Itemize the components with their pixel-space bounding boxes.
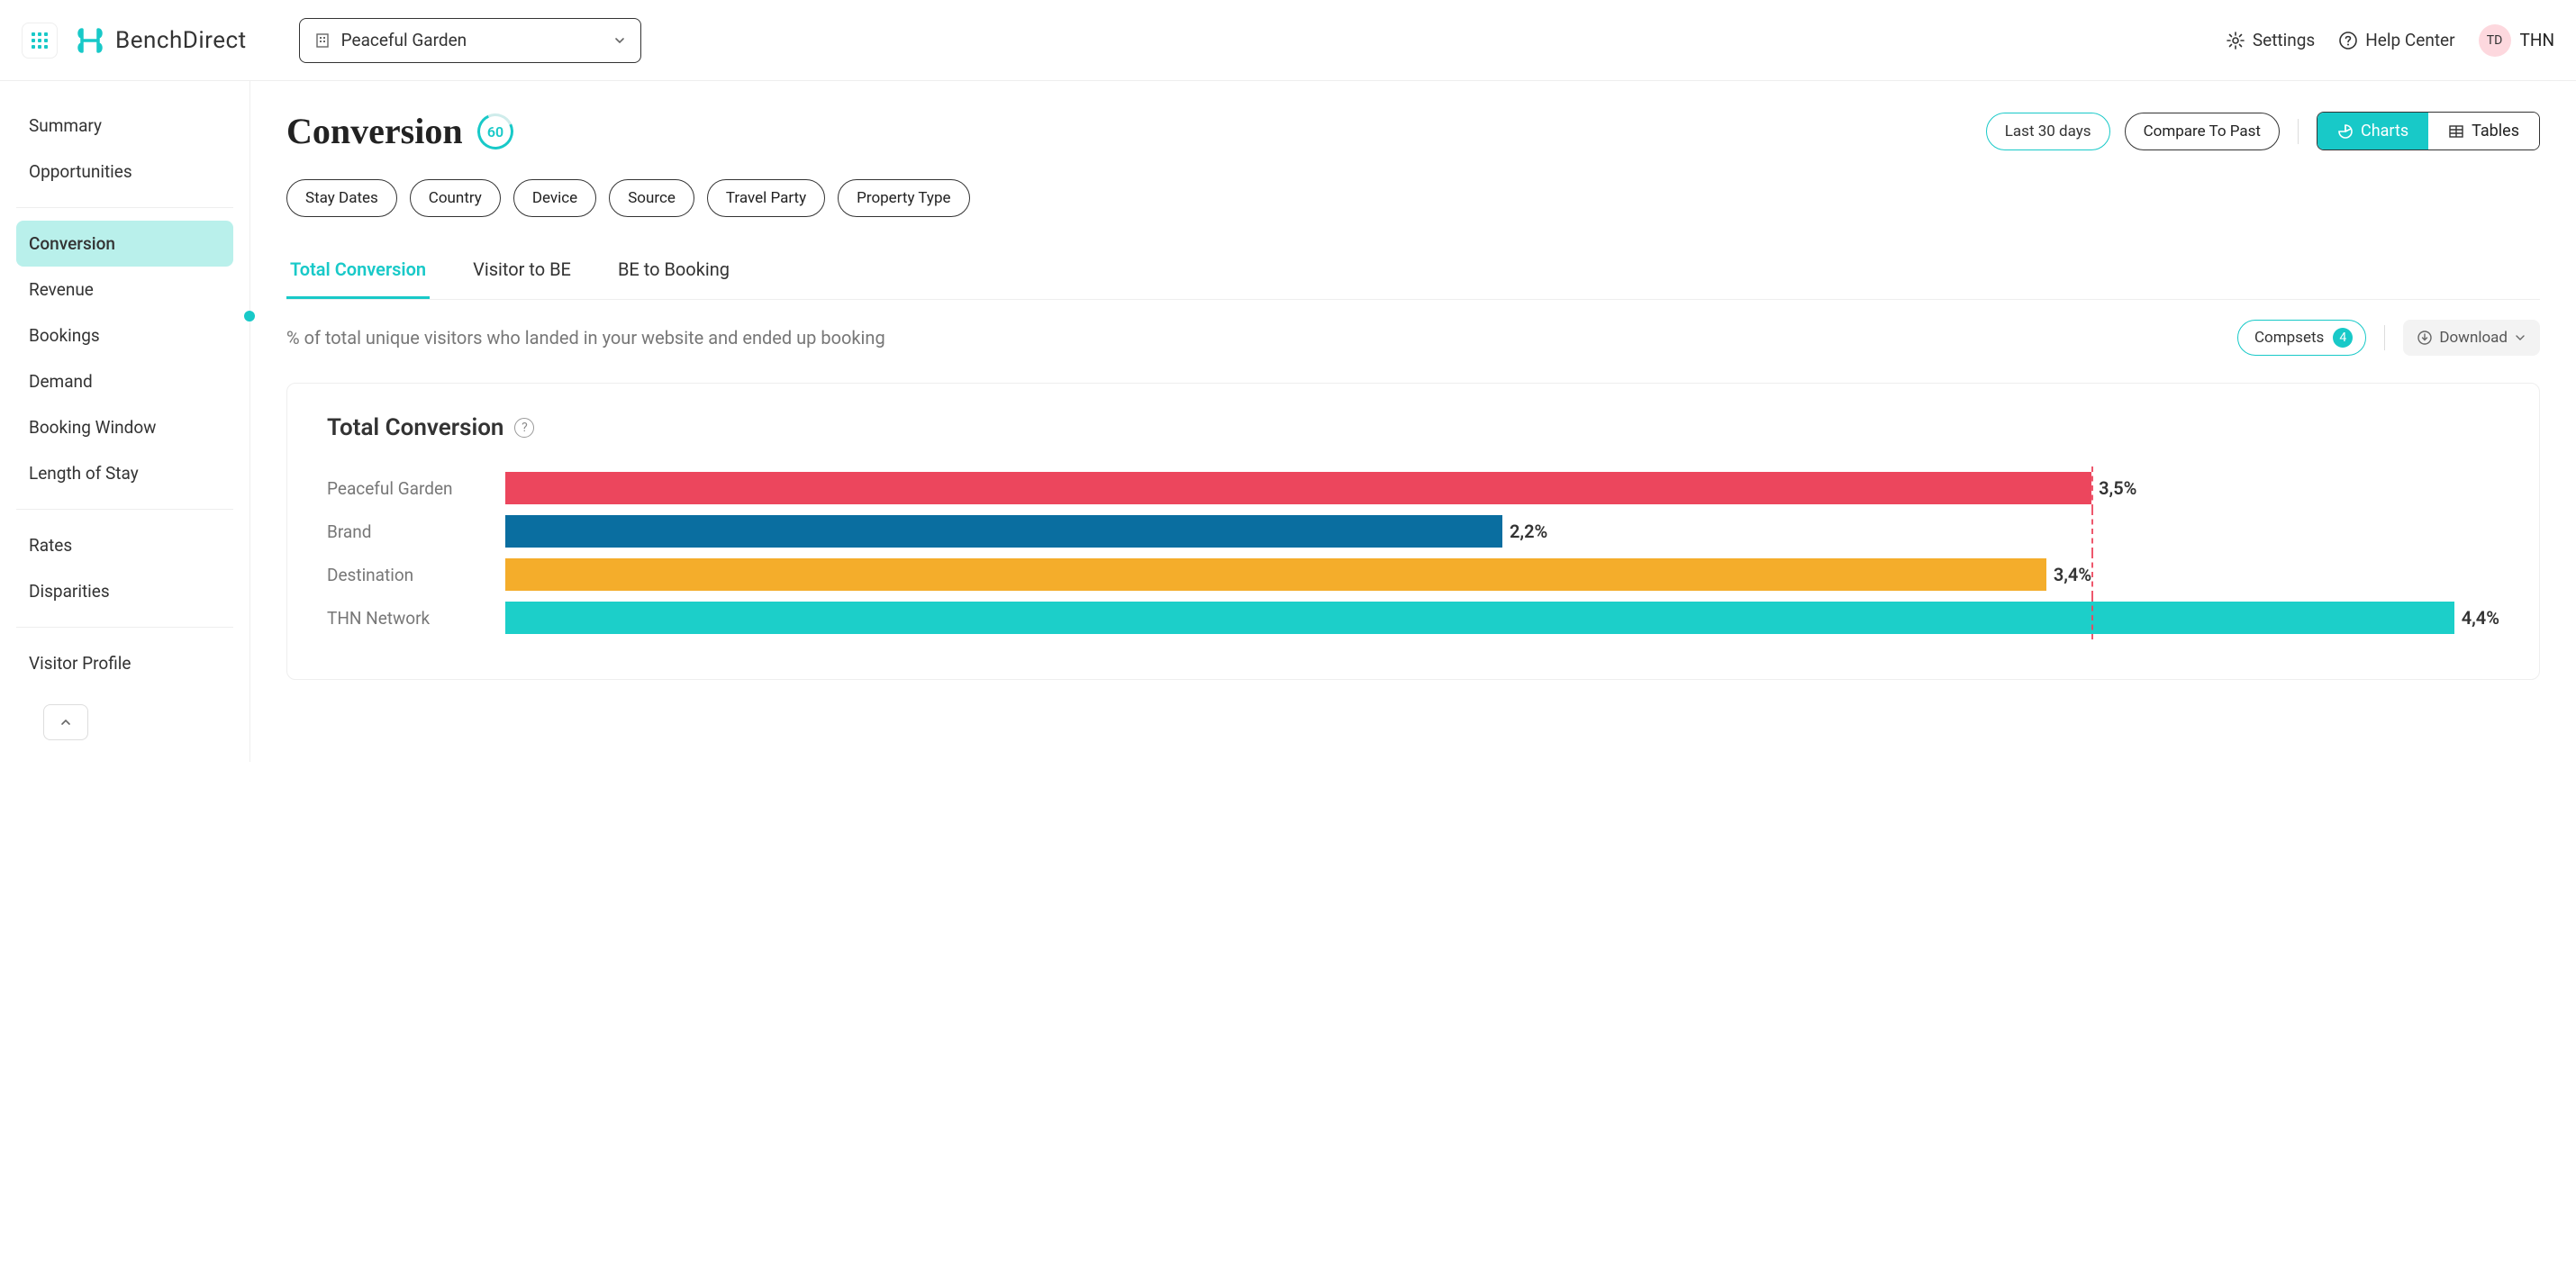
help-icon[interactable]: ?	[514, 418, 534, 438]
logo-icon	[74, 24, 106, 57]
reference-line	[2091, 510, 2093, 553]
page-header: Conversion 60 Last 30 days Compare To Pa…	[286, 110, 2540, 152]
chart-bar	[505, 515, 1502, 548]
sidebar-item-opportunities[interactable]: Opportunities	[16, 149, 233, 195]
top-right: Settings Help Center TD THN	[2226, 24, 2554, 57]
filter-row: Stay Dates Country Device Source Travel …	[286, 179, 2540, 217]
chart-category-label: Peaceful Garden	[327, 478, 498, 499]
view-charts-button[interactable]: Charts	[2317, 113, 2428, 149]
chart-value: 3,4%	[2054, 564, 2091, 585]
chart-row: THN Network 4,4%	[327, 596, 2499, 639]
table-icon	[2448, 123, 2464, 140]
tab-visitor-to-be[interactable]: Visitor to BE	[469, 244, 575, 299]
view-toggle: Charts Tables	[2317, 112, 2540, 150]
chart-row: Destination 3,4%	[327, 553, 2499, 596]
date-range-button[interactable]: Last 30 days	[1986, 113, 2110, 150]
reference-line	[2091, 553, 2093, 596]
sidebar-item-rates[interactable]: Rates	[16, 522, 233, 568]
filter-source[interactable]: Source	[609, 179, 694, 217]
main: Conversion 60 Last 30 days Compare To Pa…	[250, 81, 2576, 762]
apps-button[interactable]	[22, 23, 58, 59]
chart-bar	[505, 558, 2046, 591]
chart-card: Total Conversion ? Peaceful Garden 3,5% Br…	[286, 383, 2540, 680]
sidebar: Summary Opportunities Conversion Revenue…	[0, 81, 250, 762]
chart-category-label: Destination	[327, 565, 498, 585]
compsets-count: 4	[2333, 328, 2353, 348]
chart-bar	[505, 602, 2454, 634]
chart-category-label: THN Network	[327, 608, 498, 629]
sidebar-item-summary[interactable]: Summary	[16, 103, 233, 149]
chart-track: 4,4%	[505, 602, 2499, 634]
sidebar-item-bookings[interactable]: Bookings	[16, 312, 233, 358]
sidebar-item-demand[interactable]: Demand	[16, 358, 233, 404]
chart-track: 3,5%	[505, 472, 2499, 504]
reference-line	[2091, 466, 2093, 510]
divider	[16, 207, 233, 208]
logo-text: BenchDirect	[115, 27, 247, 54]
help-icon	[2338, 31, 2358, 50]
tab-total-conversion[interactable]: Total Conversion	[286, 244, 430, 299]
filter-stay-dates[interactable]: Stay Dates	[286, 179, 397, 217]
divider	[16, 627, 233, 628]
reference-line	[2091, 596, 2093, 639]
sidebar-item-visitor-profile[interactable]: Visitor Profile	[16, 640, 233, 686]
filter-country[interactable]: Country	[410, 179, 501, 217]
chart-bar	[505, 472, 2091, 504]
pie-chart-icon	[2337, 123, 2354, 140]
compare-button[interactable]: Compare To Past	[2125, 113, 2280, 150]
settings-label: Settings	[2253, 30, 2315, 50]
view-tables-button[interactable]: Tables	[2428, 113, 2539, 149]
sidebar-item-conversion[interactable]: Conversion	[16, 221, 233, 267]
logo[interactable]: BenchDirect	[74, 24, 247, 57]
topbar: BenchDirect Peaceful Garden Settings Hel…	[0, 0, 2576, 81]
download-button[interactable]: Download	[2403, 320, 2540, 356]
filter-property-type[interactable]: Property Type	[838, 179, 969, 217]
divider	[16, 509, 233, 510]
description-row: % of total unique visitors who landed in…	[286, 320, 2540, 356]
tabs: Total Conversion Visitor to BE BE to Boo…	[286, 244, 2540, 300]
help-label: Help Center	[2365, 30, 2454, 50]
tab-be-to-booking[interactable]: BE to Booking	[614, 244, 733, 299]
bar-chart: Peaceful Garden 3,5% Brand 2,2% Destination 3…	[327, 466, 2499, 639]
active-marker	[244, 311, 255, 322]
property-selector[interactable]: Peaceful Garden	[299, 18, 641, 63]
collapse-button[interactable]	[43, 704, 88, 740]
page-title: Conversion	[286, 110, 463, 152]
chart-track: 2,2%	[505, 515, 2499, 548]
chart-category-label: Brand	[327, 521, 498, 542]
filter-travel-party[interactable]: Travel Party	[707, 179, 825, 217]
divider	[2384, 325, 2385, 350]
chart-value: 3,5%	[2099, 477, 2136, 499]
chevron-down-icon	[613, 34, 626, 47]
user-menu[interactable]: TD THN	[2479, 24, 2554, 57]
download-icon	[2417, 331, 2432, 345]
settings-link[interactable]: Settings	[2226, 30, 2315, 50]
help-link[interactable]: Help Center	[2338, 30, 2454, 50]
user-name: THN	[2520, 30, 2554, 50]
chart-track: 3,4%	[505, 558, 2499, 591]
chart-value: 2,2%	[1510, 521, 1547, 542]
building-icon	[314, 32, 331, 49]
property-label: Peaceful Garden	[341, 30, 603, 50]
chart-row: Peaceful Garden 3,5%	[327, 466, 2499, 510]
chart-row: Brand 2,2%	[327, 510, 2499, 553]
sidebar-item-booking-window[interactable]: Booking Window	[16, 404, 233, 450]
divider	[2298, 119, 2299, 144]
sidebar-item-length-of-stay[interactable]: Length of Stay	[16, 450, 233, 496]
gear-icon	[2226, 31, 2245, 50]
compsets-button[interactable]: Compsets 4	[2237, 320, 2366, 356]
description: % of total unique visitors who landed in…	[286, 327, 885, 349]
sidebar-item-disparities[interactable]: Disparities	[16, 568, 233, 614]
chart-value: 4,4%	[2462, 607, 2499, 629]
chevron-down-icon	[2515, 332, 2526, 343]
avatar: TD	[2479, 24, 2511, 57]
card-title: Total Conversion	[327, 414, 503, 441]
score-badge: 60	[472, 108, 518, 154]
sidebar-item-revenue[interactable]: Revenue	[16, 267, 233, 312]
filter-device[interactable]: Device	[513, 179, 596, 217]
